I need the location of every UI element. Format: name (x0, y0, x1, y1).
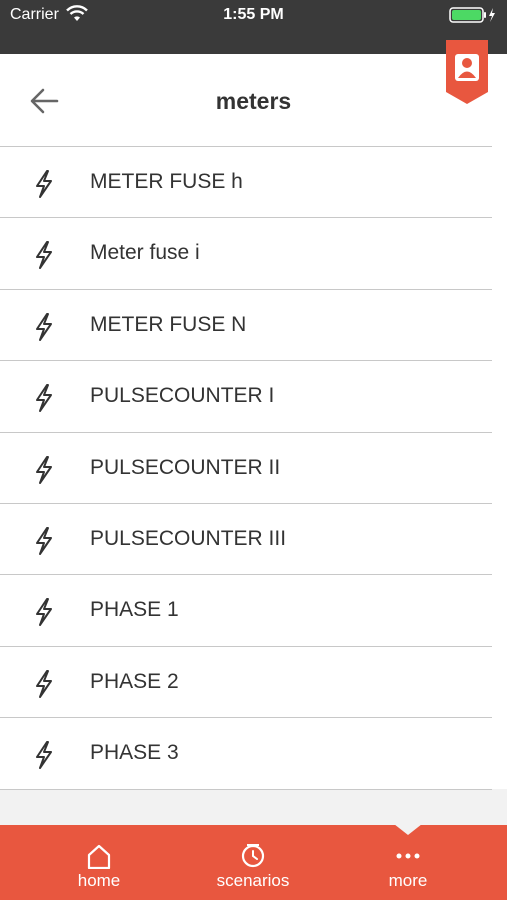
lightning-icon (36, 455, 52, 484)
list-item-label: Meter fuse i (90, 241, 200, 265)
lightning-icon (36, 598, 52, 627)
list-item[interactable]: PHASE 3 (0, 717, 507, 788)
tab-bar: home scenarios more (0, 824, 507, 900)
list-item-label: PULSECOUNTER II (90, 455, 281, 479)
list-item-label: PHASE 1 (90, 598, 179, 622)
tab-home[interactable]: home (39, 825, 159, 900)
clock-time: 1:55 PM (223, 6, 284, 23)
more-icon (396, 853, 420, 859)
list-item[interactable]: PULSECOUNTER II (0, 431, 507, 503)
list-item-label: PULSECOUNTER III (90, 526, 287, 550)
tab-scenarios[interactable]: scenarios (193, 825, 313, 900)
list-item[interactable]: Meter fuse i (0, 217, 507, 288)
lightning-icon (36, 241, 52, 270)
profile-badge[interactable] (446, 40, 488, 106)
status-bar: Carrier 1:55 PM (0, 0, 507, 54)
list-item-label: METER FUSE N (90, 312, 247, 336)
lightning-icon (36, 526, 52, 555)
list-item-label: METER FUSE h (90, 170, 243, 193)
list-item[interactable]: PULSECOUNTER I (0, 360, 507, 431)
list-item[interactable]: PULSECOUNTER III (0, 502, 507, 574)
user-icon (446, 40, 488, 104)
lightning-icon (36, 312, 52, 341)
list-item-label: PULSECOUNTER I (90, 384, 275, 408)
list-item[interactable]: METER FUSE h (0, 146, 507, 217)
lightning-icon (36, 741, 52, 770)
lightning-icon (36, 384, 52, 413)
tab-more-label: more (388, 871, 428, 890)
list-divider (0, 789, 492, 790)
tab-home-label: home (77, 871, 121, 890)
list-item[interactable]: METER FUSE N (0, 288, 507, 360)
lightning-icon (36, 170, 52, 198)
battery-icon (449, 7, 495, 23)
tab-more[interactable]: more (348, 825, 468, 900)
meters-list: METER FUSE h Meter fuse i METER FUSE N PULS… (0, 146, 507, 789)
list-item-label: PHASE 2 (90, 669, 179, 693)
page-title: meters (215, 88, 292, 114)
home-icon (87, 844, 111, 869)
list-item[interactable]: PHASE 1 (0, 574, 507, 645)
list-item[interactable]: PHASE 2 (0, 645, 507, 717)
tab-scenarios-label: scenarios (216, 871, 290, 890)
list-item-label: PHASE 3 (90, 741, 179, 765)
clock-icon (241, 844, 265, 868)
navigation-header: meters (0, 54, 507, 146)
lightning-icon (36, 669, 52, 698)
